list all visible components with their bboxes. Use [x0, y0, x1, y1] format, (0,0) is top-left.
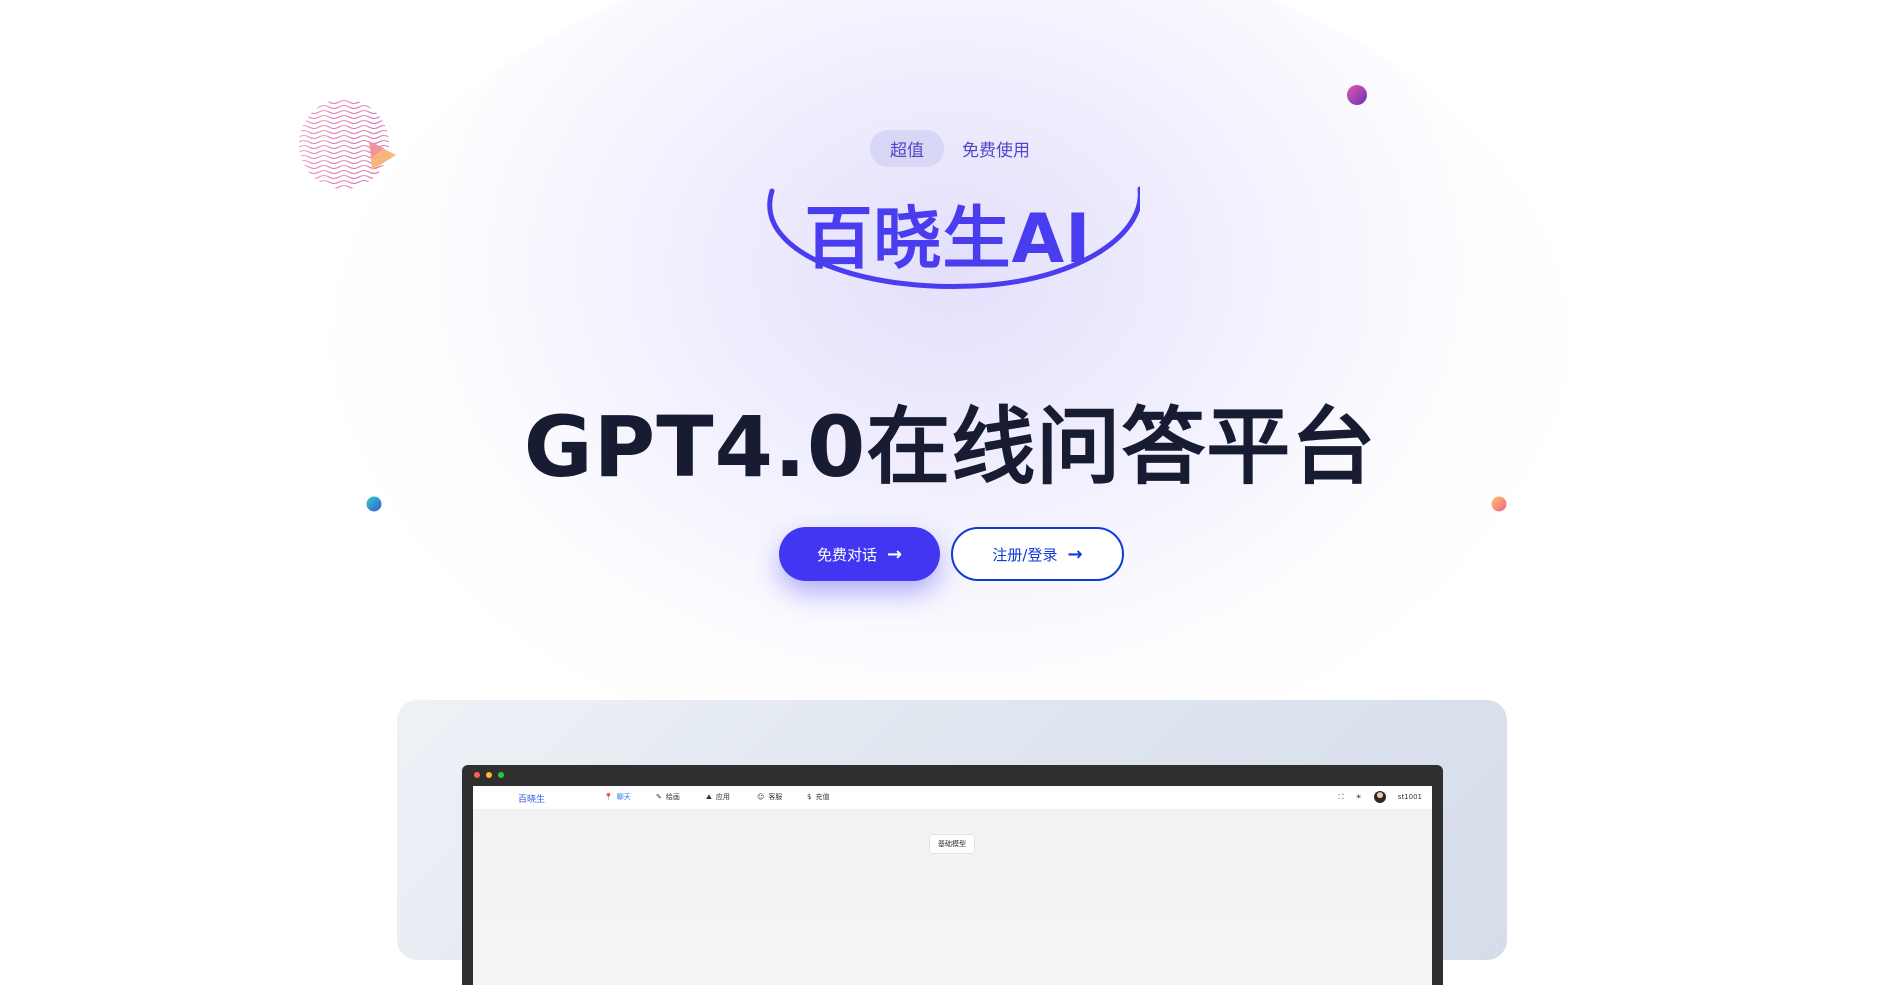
free-use-text: 免费使用: [962, 141, 1030, 161]
purple-dot-decoration: [1347, 85, 1367, 105]
fullscreen-icon: ⛶: [1338, 792, 1344, 801]
close-dot-icon: [474, 772, 480, 778]
pencil-icon: ✎: [656, 793, 662, 801]
support-icon: ☺: [757, 793, 765, 801]
nav-item-apps: ⛰ 应用: [706, 792, 730, 802]
minimize-dot-icon: [486, 772, 492, 778]
model-chip: 基础模型: [929, 834, 975, 854]
value-badge: 超值: [870, 130, 944, 167]
nav-item-recharge: $ 充值: [807, 793, 830, 801]
brand-title: 百晓生AI: [804, 200, 1092, 279]
apps-icon: ⛰: [706, 792, 712, 801]
dollar-icon: $: [807, 793, 812, 801]
nav-item-support: ☺ 客服: [757, 793, 783, 801]
maximize-dot-icon: [498, 772, 504, 778]
free-chat-button[interactable]: 免费对话 →: [779, 527, 940, 581]
app-navbar: 百晓生 📍 聊天 ✎ 绘画 ⛰ 应用 ☺ 客服 $ 充值 ⛶ ☀ st1001: [473, 786, 1432, 809]
free-chat-label: 免费对话: [816, 545, 877, 564]
brand-logo: 百晓生AI: [760, 185, 1140, 295]
app-navbar-right: ⛶ ☀ st1001: [1339, 791, 1422, 803]
register-login-button[interactable]: 注册/登录 →: [951, 527, 1124, 581]
nav-item-chat: 📍 聊天: [604, 793, 631, 801]
hero-badge-row: 超值 免费使用: [0, 130, 1900, 167]
app-screenshot: 百晓生 📍 聊天 ✎ 绘画 ⛰ 应用 ☺ 客服 $ 充值 ⛶ ☀ st1001 …: [473, 786, 1432, 985]
sun-icon: ☀: [1355, 793, 1362, 801]
window-controls: [474, 772, 504, 778]
nav-item-draw: ✎ 绘画: [656, 793, 680, 801]
app-logo: 百晓生: [518, 795, 546, 805]
pin-icon: 📍: [604, 793, 613, 801]
avatar: [1373, 791, 1386, 803]
register-login-label: 注册/登录: [992, 545, 1058, 564]
browser-mockup: 百晓生 📍 聊天 ✎ 绘画 ⛰ 应用 ☺ 客服 $ 充值 ⛶ ☀ st1001 …: [462, 765, 1443, 985]
arrow-right-icon: →: [1067, 543, 1083, 565]
app-preview-showcase: 百晓生 📍 聊天 ✎ 绘画 ⛰ 应用 ☺ 客服 $ 充值 ⛶ ☀ st1001 …: [397, 700, 1507, 985]
arrow-right-icon: →: [886, 543, 903, 565]
page-headline: GPT4.0在线问答平台: [523, 398, 1377, 496]
username: st1001: [1397, 793, 1422, 801]
